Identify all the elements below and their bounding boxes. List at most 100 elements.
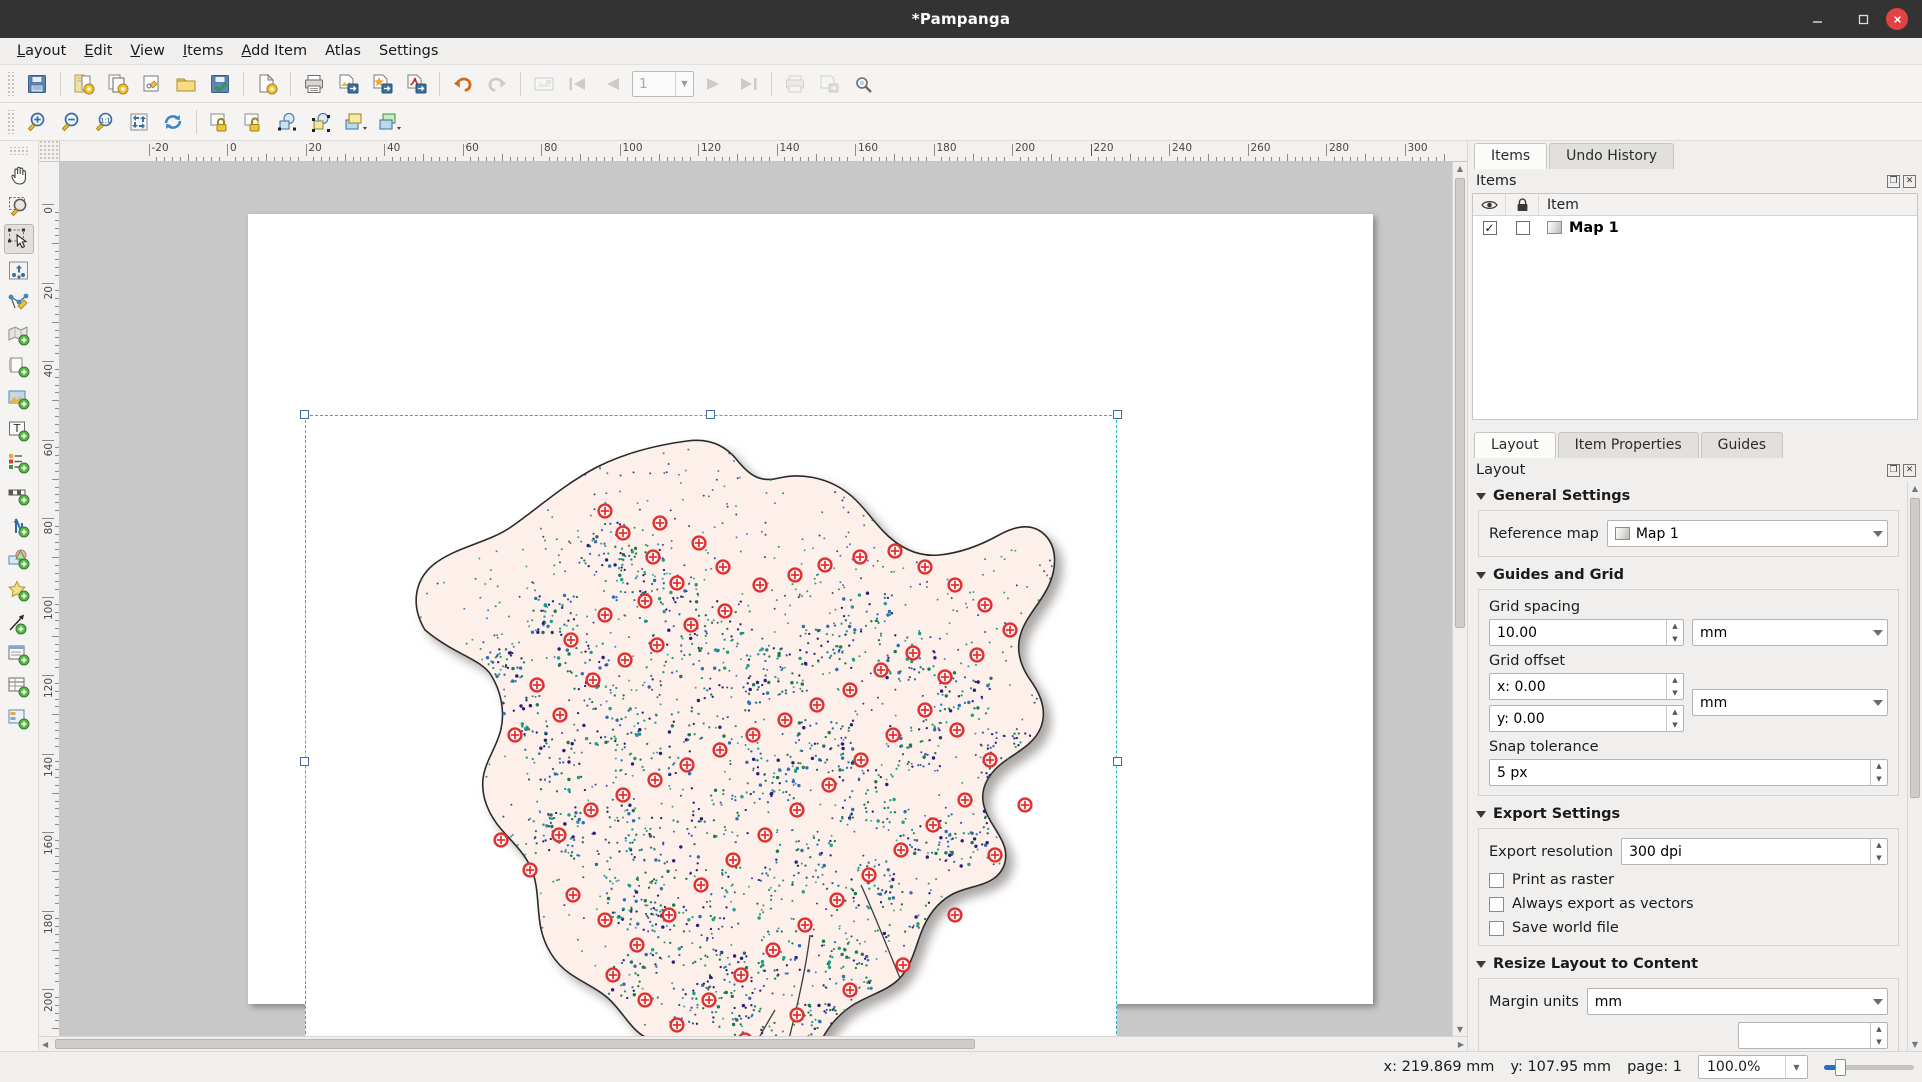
add-html-tool[interactable] [4,640,34,670]
resize-handle-ne[interactable] [1113,410,1122,419]
spinner-buttons[interactable]: ▲▼ [1870,839,1887,864]
reference-map-combo[interactable]: Map 1 [1607,520,1888,547]
refresh-button[interactable] [158,107,188,137]
resize-handle-nw[interactable] [300,410,309,419]
menu-edit[interactable]: Edit [75,41,121,61]
close-icon[interactable] [1886,8,1908,30]
add-label-tool[interactable]: T [4,416,34,446]
checkbox-unchecked[interactable] [1516,221,1530,235]
grid-offset-x-input[interactable]: x: 0.00 ▲▼ [1489,673,1684,700]
unlock-items-button[interactable] [239,107,269,137]
lock-items-button[interactable] [205,107,235,137]
raise-items-button[interactable] [341,107,371,137]
new-layout-button[interactable] [69,69,99,99]
spinner-buttons[interactable]: ▲▼ [1666,620,1683,645]
table-row[interactable]: ✓ Map 1 [1473,216,1917,239]
properties-scroll-thumb[interactable] [1910,498,1920,798]
chevron-down-icon[interactable] [1873,700,1883,706]
grid-spacing-unit-combo[interactable]: mm [1692,619,1888,646]
add-shape-tool[interactable] [4,544,34,574]
add-legend-tool[interactable] [4,448,34,478]
float-panel-icon[interactable]: ❐ [1887,464,1900,477]
menu-items[interactable]: Items [174,41,233,61]
add-north-arrow-tool[interactable] [4,512,34,542]
new-from-template-button[interactable] [252,69,282,99]
tab-item-properties[interactable]: Item Properties [1558,432,1699,458]
atlas-next-button[interactable] [699,69,729,99]
add-marker-tool[interactable] [4,576,34,606]
scroll-up-arrow[interactable]: ▲ [1908,484,1922,493]
tab-items[interactable]: Items [1474,143,1547,169]
export-image-button[interactable] [333,69,363,99]
row-item-cell[interactable]: Map 1 [1539,220,1917,236]
toolbar-grip[interactable] [6,72,16,96]
move-content-tool[interactable] [4,256,34,286]
menu-layout[interactable]: Layout [8,41,75,61]
maximize-button[interactable] [1840,0,1886,38]
save-layout-button[interactable] [22,69,52,99]
export-resolution-input[interactable]: 300 dpi ▲▼ [1621,838,1888,865]
scroll-down-arrow[interactable]: ▼ [1908,1040,1922,1049]
export-pdf-button[interactable] [401,69,431,99]
lower-items-button[interactable] [375,107,405,137]
menu-view[interactable]: View [121,41,173,61]
grid-spacing-input[interactable]: 10.00 ▲▼ [1489,619,1684,646]
zoom-out-button[interactable] [56,107,86,137]
minimize-button[interactable] [1794,0,1840,38]
atlas-last-button[interactable] [733,69,763,99]
add-legend2-tool[interactable] [4,704,34,734]
chevron-down-icon[interactable]: ▼ [675,72,693,96]
horizontal-scroll-thumb[interactable] [55,1039,975,1049]
spinner-buttons[interactable]: ▲▼ [1666,674,1683,699]
ungroup-items-button[interactable] [307,107,337,137]
add-arrow-tool[interactable] [4,608,34,638]
redo-button[interactable] [482,69,512,99]
save-world-file-row[interactable]: Save world file [1489,920,1888,936]
zoom-slider-knob[interactable] [1835,1059,1846,1076]
scroll-right-arrow[interactable]: ▶ [1458,1037,1464,1051]
scroll-left-arrow[interactable]: ◀ [42,1037,48,1051]
duplicate-layout-button[interactable] [103,69,133,99]
vertical-scroll-thumb[interactable] [1455,178,1465,628]
export-svg-button[interactable] [367,69,397,99]
tab-guides[interactable]: Guides [1701,432,1783,458]
margin-units-combo[interactable]: mm [1587,988,1888,1015]
float-panel-icon[interactable]: ❐ [1887,175,1900,188]
chevron-down-icon[interactable] [1873,999,1883,1005]
zoom-actual-button[interactable]: 1:1 [90,107,120,137]
canvas-horizontal-scrollbar[interactable]: ◀ ▶ [39,1036,1467,1051]
add-table-tool[interactable] [4,672,34,702]
add-scalebar-tool[interactable] [4,480,34,510]
resize-handle-w[interactable] [300,757,309,766]
toolbar-grip[interactable] [6,110,16,134]
tab-undo-history[interactable]: Undo History [1549,143,1674,169]
always-export-as-vectors-checkbox[interactable] [1489,897,1504,912]
edit-nodes-tool[interactable] [4,288,34,318]
menu-atlas[interactable]: Atlas [316,41,370,61]
spinner-buttons[interactable]: ▲▼ [1870,760,1887,785]
tab-layout[interactable]: Layout [1474,432,1556,458]
atlas-preview-button[interactable] [529,69,559,99]
zoom-full-button[interactable] [124,107,154,137]
menu-settings[interactable]: Settings [370,41,447,61]
row-lock-checkbox[interactable] [1506,221,1539,235]
group-items-button[interactable] [273,107,303,137]
close-panel-icon[interactable]: ✕ [1903,175,1916,188]
checkbox-checked[interactable]: ✓ [1483,221,1497,235]
add-picture-tool[interactable] [4,352,34,382]
section-general-settings-header[interactable]: General Settings [1468,482,1907,510]
items-tree[interactable]: Item ✓ Map 1 [1472,193,1918,420]
map-item-map-1[interactable] [305,415,1117,1036]
resize-handle-n[interactable] [706,410,715,419]
atlas-page-input[interactable]: 1 ▼ [632,71,694,97]
section-resize-layout-to-content-header[interactable]: Resize Layout to Content [1468,950,1907,978]
zoom-tool[interactable] [4,192,34,222]
zoom-level-combo[interactable]: 100.0% ▼ [1698,1055,1808,1079]
toolbox-grip[interactable] [8,147,30,155]
margin-value-input[interactable]: ▲▼ [1738,1022,1888,1049]
atlas-settings-button[interactable] [848,69,878,99]
properties-vertical-scrollbar[interactable]: ▲ ▼ [1907,482,1922,1051]
atlas-first-button[interactable] [563,69,593,99]
layout-manager-button[interactable] [137,69,167,99]
menu-add-item[interactable]: Add Item [232,41,316,61]
